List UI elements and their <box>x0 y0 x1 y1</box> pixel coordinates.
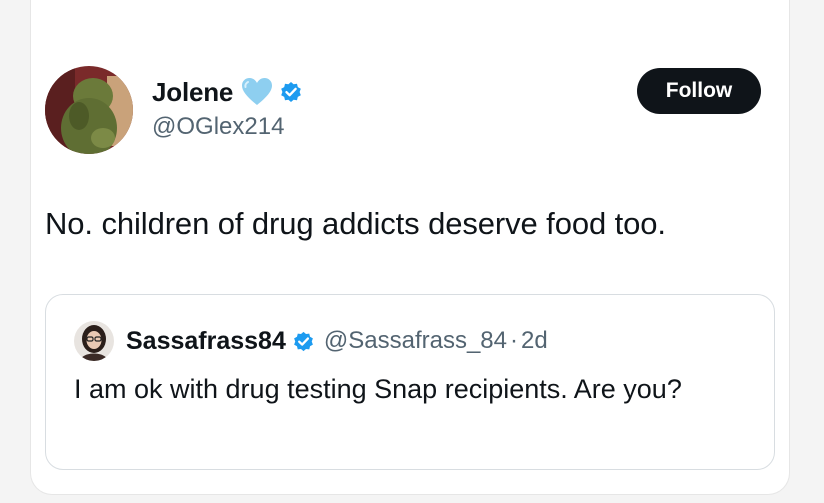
tweet-text: No. children of drug addicts deserve foo… <box>45 206 666 241</box>
quoted-header: Sassafrass84 @Sassafrass_84 · 2d <box>126 323 548 359</box>
quoted-display-name[interactable]: Sassafrass84 <box>126 327 286 356</box>
page-background: Jolene @OGlex214 Follow No. children of … <box>0 0 824 503</box>
verified-badge-icon <box>292 330 315 353</box>
quoted-text: I am ok with drug testing Snap recipient… <box>74 374 682 404</box>
follow-button[interactable]: Follow <box>637 68 761 114</box>
quoted-handle[interactable]: @Sassafrass_84 <box>324 327 507 355</box>
light-blue-heart-icon <box>241 77 273 107</box>
author-name-row: Jolene <box>152 74 303 110</box>
author-avatar[interactable] <box>45 66 133 154</box>
quoted-timestamp[interactable]: 2d <box>521 327 548 355</box>
author-handle[interactable]: @OGlex214 <box>152 113 284 141</box>
verified-badge-icon <box>279 80 303 104</box>
separator-dot: · <box>510 327 518 354</box>
author-display-name[interactable]: Jolene <box>152 77 233 108</box>
quoted-tweet[interactable]: Sassafrass84 @Sassafrass_84 · 2d I am ok… <box>45 294 775 470</box>
quoted-author-avatar[interactable] <box>74 321 114 361</box>
